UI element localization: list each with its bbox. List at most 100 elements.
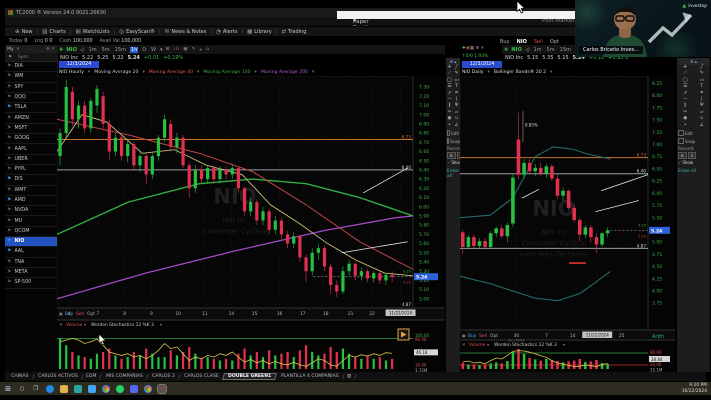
timeframe-1h[interactable]: 1h — [130, 47, 138, 53]
watchlist-row-dis[interactable]: ⚑DIS — [5, 175, 57, 185]
record-button[interactable]: B — [447, 152, 456, 159]
timeframe-w[interactable]: W — [150, 47, 157, 53]
toolbar-item-news-notes[interactable]: ✉News & Notes — [161, 29, 211, 35]
watchlist-row-goog[interactable]: ⚑GOOG — [5, 134, 57, 144]
edit-checkbox[interactable]: Edit — [446, 129, 460, 137]
layout-tab-plantilla-4-compa-ias[interactable]: PLANTILLA 4 COMPAÑIAS — [276, 374, 344, 379]
tools-panel-header[interactable]: ⚙ ▴ — [446, 58, 460, 65]
watchlist-row-amzn[interactable]: ⚑AMZN — [5, 113, 57, 123]
taskview-icon[interactable]: ❒ — [32, 385, 40, 393]
toolbar-item-alerts[interactable]: ◔Alerts — [212, 29, 241, 35]
watchlist-row-spy[interactable]: ⚑SPY — [5, 83, 57, 93]
timeframe-5m[interactable]: 5m — [101, 47, 111, 53]
folder-icon[interactable] — [60, 385, 68, 393]
flag-icon[interactable]: ⚑ — [7, 85, 11, 90]
layout-tab-carlos-clase[interactable]: CARLOS CLASE — [179, 374, 224, 379]
legend-dropdown-icon[interactable]: ▾ — [197, 70, 199, 75]
timeframe-15m[interactable]: 15m — [114, 47, 127, 53]
legend-item[interactable]: NIO Daily — [462, 70, 484, 75]
watchlist-row-amd[interactable]: ⚑AMD — [5, 196, 57, 206]
toolbar-item-library[interactable]: ▦Library — [243, 29, 276, 35]
watchlist-row-aal[interactable]: ⚑AAL — [5, 247, 57, 257]
add-symbol-icon[interactable]: ✚ — [504, 47, 508, 53]
layout-tab-double-green1[interactable]: DOUBLE GREEN1 — [222, 373, 277, 380]
legend-item[interactable]: Moving Average 20 — [94, 70, 138, 75]
flag-icon[interactable]: ⚑ — [7, 167, 11, 172]
flag-icon[interactable]: ⚑ — [7, 157, 11, 162]
show-checkbox[interactable]: ✓Show — [446, 159, 460, 166]
flag-icon[interactable]: ⚑ — [7, 64, 11, 69]
dot-icon[interactable]: • — [446, 123, 453, 129]
flag-icon[interactable]: ⚑ — [7, 280, 11, 285]
show-checkbox[interactable]: ✓Show — [677, 159, 710, 166]
pin-icon[interactable]: ⌖ — [199, 47, 203, 53]
new-tab-icon[interactable]: ▨ — [343, 374, 358, 379]
legend-item[interactable]: Moving Average 40 — [149, 70, 193, 75]
left-chart-date-box[interactable]: 12/3/2024 — [59, 61, 99, 68]
chrome-icon[interactable] — [102, 385, 110, 393]
edit-checkbox[interactable]: Edit — [677, 129, 710, 137]
edge-icon[interactable] — [46, 385, 54, 393]
legend-dropdown-icon[interactable]: ▾ — [142, 70, 144, 75]
watchlist-row-msft[interactable]: ⚑MSFT — [5, 124, 57, 134]
buy-tab[interactable]: Buy — [500, 39, 510, 45]
toolbar-item-easyscan-[interactable]: ◎EasyScan® — [115, 29, 159, 35]
legend-dropdown-icon[interactable]: ▾ — [550, 70, 552, 75]
flag-icon[interactable]: ⚑ — [7, 198, 11, 203]
legend-item[interactable]: Bollinger Bands® 20 2 — [494, 70, 546, 75]
chrome-icon-2[interactable] — [144, 385, 152, 393]
mail-icon[interactable] — [88, 385, 96, 393]
watchlist-row-wm[interactable]: ⚑WM — [5, 72, 57, 82]
flag-icon[interactable]: ⚑ — [7, 126, 11, 131]
grid-icon[interactable]: ⊞ — [166, 47, 171, 52]
record-button[interactable]: S — [688, 152, 696, 159]
toolbar-item-charts[interactable]: ▥Charts — [38, 29, 70, 35]
legend-item[interactable]: Moving Average 100 — [203, 70, 250, 75]
start-icon[interactable]: ⊞ — [4, 385, 12, 393]
audio-mixer-icon[interactable]: ◁ — [158, 385, 166, 393]
left-chart-plot[interactable]: NIONIO IncConsumer Cyclical7.307.207.107… — [57, 76, 445, 372]
flag-icon[interactable]: ⚑ — [7, 219, 11, 224]
layout-tab-carlos-activos[interactable]: CARLOS ACTIVOS — [33, 374, 83, 379]
flag-icon[interactable]: ⚑ — [7, 239, 11, 244]
watchlist-row-dia[interactable]: ⚑DIA — [5, 62, 57, 72]
watchlist-row-qcom[interactable]: ⚑QCOM — [5, 227, 57, 237]
watchlist-row-aapl[interactable]: ⚑AAPL — [5, 144, 57, 154]
legend-item[interactable]: Moving Average 200 — [261, 70, 308, 75]
watchlist-row-nio[interactable]: ⚑NIO — [5, 237, 57, 247]
layout-tab-chinas[interactable]: CHINAS — [6, 374, 34, 379]
timeframe-15m[interactable]: 15m — [559, 47, 572, 53]
angle-icon[interactable]: ∠ — [694, 123, 711, 129]
opt-tab[interactable]: Opt — [550, 39, 559, 45]
layout-tab-mis-compa-ias[interactable]: MIS COMPAÑIAS — [101, 374, 148, 379]
erase-all-button[interactable]: Erase all — [677, 166, 710, 175]
search-icon[interactable]: ○ — [18, 385, 26, 393]
legend-dropdown-icon[interactable]: ▾ — [488, 70, 490, 75]
watchlist-row-nvda[interactable]: ⚑NVDA — [5, 206, 57, 216]
add-symbol-icon[interactable]: ✚ — [59, 47, 63, 53]
flag-icon[interactable]: ⚑ — [7, 95, 11, 100]
flag-icon[interactable]: ⚑ — [7, 260, 11, 265]
chart-symbol[interactable]: NIO — [66, 47, 77, 53]
watchlist-row-wmt[interactable]: ⚑WMT — [5, 186, 57, 196]
timeframe-1m[interactable]: 1m — [533, 47, 543, 53]
chart-symbol[interactable]: NIO — [511, 47, 522, 53]
watchlist-row-meta[interactable]: ⚑META — [5, 268, 57, 278]
flag-icon[interactable]: ⚑ — [7, 249, 11, 254]
flag-icon[interactable]: ⚑ — [7, 270, 11, 275]
watchlist-header[interactable]: My▾ ⊕ ✕ — [5, 45, 57, 53]
watchlist-row-tna[interactable]: ⚑TNA — [5, 258, 57, 268]
legend-dropdown-icon[interactable]: ▾ — [255, 70, 257, 75]
flag-icon[interactable]: ⚑ — [7, 136, 11, 141]
legend-dropdown-icon[interactable]: ▾ — [88, 70, 90, 75]
snap-checkbox[interactable]: Snap — [446, 137, 460, 145]
toolbar-item-new[interactable]: ⊕New — [11, 29, 37, 35]
timeframe-dropdown-icon[interactable]: ▾ — [160, 47, 163, 53]
layout-tab-carlos-2[interactable]: CARLOS 2 — [147, 374, 180, 379]
flag-icon[interactable]: ⚑ — [7, 229, 11, 234]
angle-icon[interactable]: ∠ — [453, 123, 460, 129]
right-chart-plot[interactable]: NIONIO IncConsumer CyclicalAuto Manufact… — [460, 76, 675, 372]
discord-icon[interactable] — [130, 385, 138, 393]
toolbar-item-watchlists[interactable]: ▤WatchLists — [71, 29, 113, 35]
record-button[interactable]: B — [678, 152, 687, 159]
